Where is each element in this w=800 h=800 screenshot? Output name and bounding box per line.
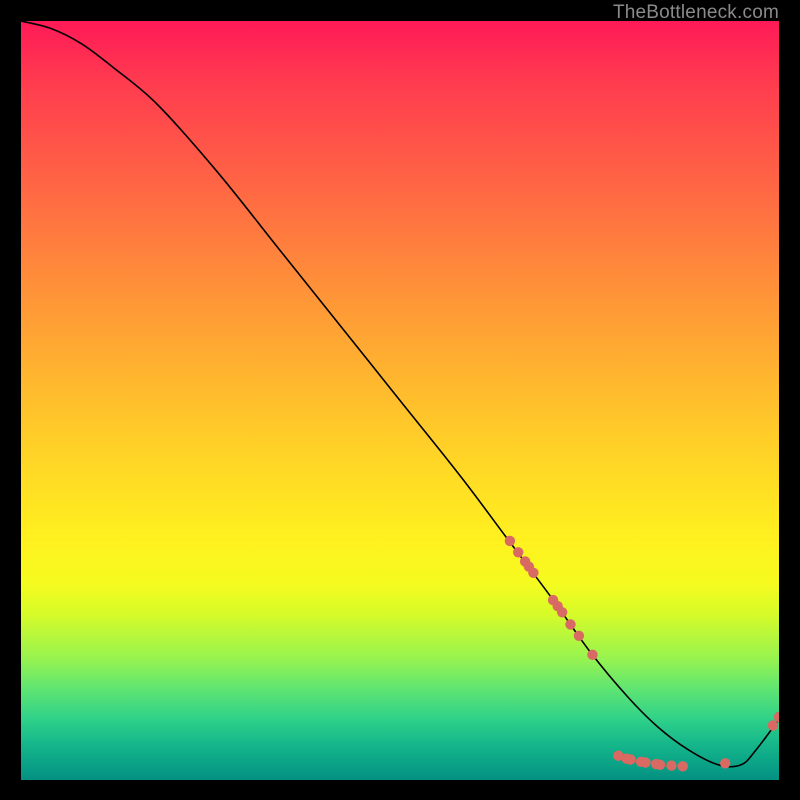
chart-marker [678,761,688,771]
chart-marker [640,757,650,767]
chart-svg [21,21,779,780]
chart-marker [528,568,538,578]
chart-marker [720,758,730,768]
chart-marker [565,619,575,629]
chart-marker [625,754,635,764]
watermark-text: TheBottleneck.com [613,2,779,24]
chart-marker [557,607,567,617]
chart-marker [513,547,523,557]
chart-marker [666,760,676,770]
chart-stage: TheBottleneck.com [0,0,800,800]
chart-marker [587,650,597,660]
chart-marker [505,536,515,546]
chart-marker [655,760,665,770]
chart-plot-area [21,21,779,780]
chart-markers [505,536,779,772]
chart-marker [574,631,584,641]
chart-marker [768,720,778,730]
chart-line [21,21,779,767]
